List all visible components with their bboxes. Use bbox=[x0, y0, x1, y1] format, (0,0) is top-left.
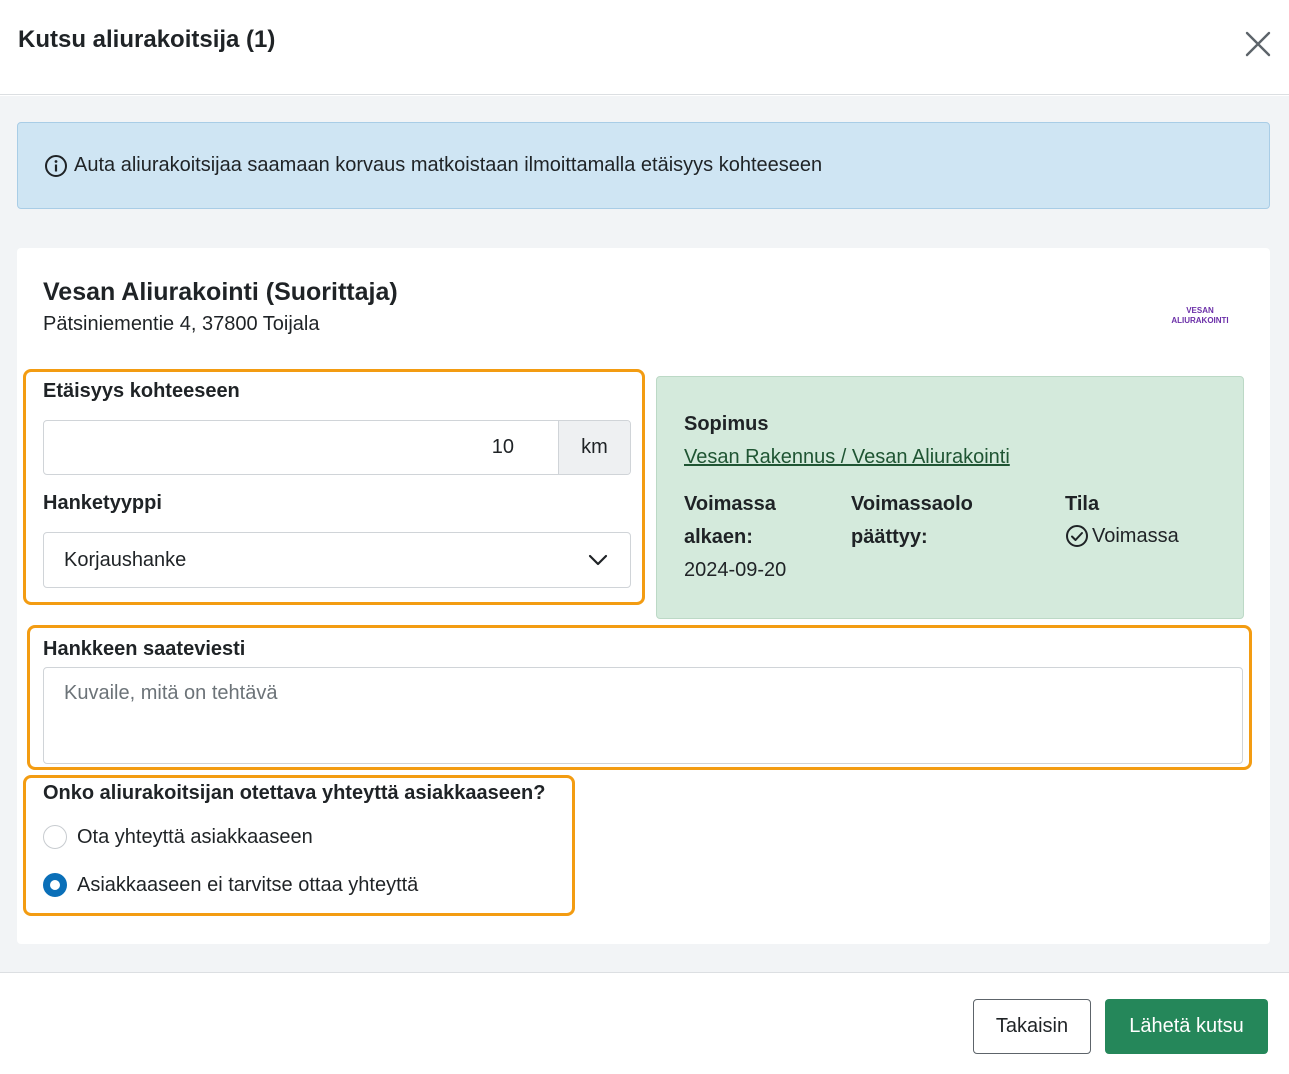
project-type-select[interactable]: Korjaushanke bbox=[43, 532, 631, 588]
valid-to-label: Voimassaolo päättyy: bbox=[851, 488, 973, 554]
contact-question: Onko aliurakoitsijan otettava yhteyttä a… bbox=[43, 782, 546, 804]
radio-button-selected[interactable] bbox=[43, 873, 67, 897]
valid-from-label-line-1: Voimassa bbox=[684, 493, 776, 515]
radio-contact-customer[interactable]: Ota yhteyttä asiakkaaseen bbox=[43, 825, 313, 849]
distance-input[interactable] bbox=[44, 421, 558, 474]
contract-link[interactable]: Vesan Rakennus / Vesan Aliurakointi bbox=[684, 446, 1010, 469]
back-button[interactable]: Takaisin bbox=[973, 999, 1091, 1054]
valid-to-label-line-1: Voimassaolo bbox=[851, 493, 973, 515]
contract-title: Sopimus bbox=[684, 413, 769, 435]
valid-from-label-line-2: alkaen: bbox=[684, 526, 753, 548]
info-banner-text: Auta aliurakoitsijaa saamaan korvaus mat… bbox=[74, 154, 823, 176]
info-icon bbox=[44, 154, 68, 178]
subcontractor-name: Vesan Aliurakointi (Suorittaja) bbox=[43, 278, 398, 306]
radio-no-contact[interactable]: Asiakkaaseen ei tarvitse ottaa yhteyttä bbox=[43, 873, 418, 897]
valid-to-label-line-2: päättyy: bbox=[851, 526, 928, 548]
info-banner: Auta aliurakoitsijaa saamaan korvaus mat… bbox=[17, 122, 1270, 209]
close-button[interactable] bbox=[1238, 24, 1278, 64]
distance-field: km bbox=[43, 420, 631, 475]
dialog-footer bbox=[0, 972, 1289, 1074]
logo-line-1: VESAN bbox=[1186, 306, 1214, 315]
radio-button[interactable] bbox=[43, 825, 67, 849]
valid-from-label: Voimassa alkaen: bbox=[684, 488, 776, 554]
chevron-down-icon bbox=[588, 554, 608, 566]
project-type-label: Hanketyyppi bbox=[43, 492, 162, 514]
status-label: Tila bbox=[1065, 493, 1100, 515]
subcontractor-logo: VESAN ALIURAKOINTI bbox=[1160, 306, 1240, 326]
status-badge: Voimassa bbox=[1065, 524, 1179, 548]
close-icon bbox=[1245, 31, 1271, 57]
check-circle-icon bbox=[1066, 525, 1088, 547]
radio-label: Ota yhteyttä asiakkaaseen bbox=[77, 825, 313, 848]
radio-label: Asiakkaaseen ei tarvitse ottaa yhteyttä bbox=[77, 873, 419, 896]
logo-line-2: ALIURAKOINTI bbox=[1171, 316, 1229, 325]
distance-label: Etäisyys kohteeseen bbox=[43, 380, 240, 402]
subcontractor-address: Pätsiniementie 4, 37800 Toijala bbox=[43, 313, 320, 335]
distance-unit: km bbox=[558, 421, 630, 474]
dialog-title: Kutsu aliurakoitsija (1) bbox=[18, 26, 276, 53]
project-type-value: Korjaushanke bbox=[64, 548, 187, 571]
send-invite-button[interactable]: Lähetä kutsu bbox=[1105, 999, 1268, 1054]
valid-from-value: 2024-09-20 bbox=[684, 559, 787, 581]
status-value: Voimassa bbox=[1092, 524, 1179, 547]
message-textarea[interactable] bbox=[43, 667, 1243, 764]
message-label: Hankkeen saateviesti bbox=[43, 638, 246, 660]
